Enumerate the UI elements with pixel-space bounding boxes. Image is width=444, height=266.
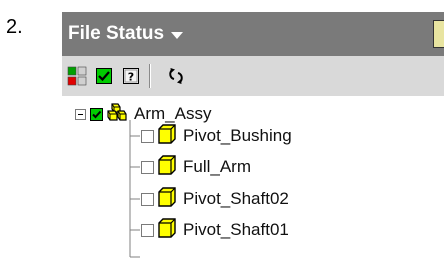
collapse-toggle-icon[interactable] (75, 108, 86, 120)
color-grid-icon[interactable] (67, 66, 87, 91)
tree-node-label: Pivot_Shaft02 (183, 189, 289, 208)
panel-tab-icon[interactable] (433, 20, 444, 48)
checkbox-check-icon[interactable] (96, 68, 112, 89)
panel-title: File Status (68, 23, 165, 44)
tree-node-label: Pivot_Bushing (183, 126, 292, 145)
file-status-panel: File Status ? Arm_Assy Pivot_Bushing Ful… (62, 12, 444, 266)
assembly-icon (106, 102, 128, 127)
part-icon (157, 186, 177, 213)
checkbox-unchecked[interactable] (141, 129, 154, 143)
checkbox-unchecked[interactable] (141, 192, 154, 206)
step-number: 2. (6, 16, 23, 38)
tree-node-full-arm[interactable]: Full_Arm (137, 152, 251, 182)
tree-node-label: Full_Arm (183, 157, 252, 176)
toolbar: ? (62, 56, 444, 96)
question-box-icon[interactable]: ? (123, 68, 139, 89)
caret-down-icon[interactable] (171, 31, 184, 39)
part-icon (157, 123, 177, 150)
part-icon (157, 154, 177, 181)
refresh-arrows-icon[interactable] (167, 67, 185, 90)
checkbox-checked[interactable] (90, 107, 103, 121)
svg-text:?: ? (128, 71, 134, 84)
file-tree: Arm_Assy Pivot_Bushing Full_Arm Pivot_Sh… (62, 96, 444, 266)
checkbox-unchecked[interactable] (141, 160, 154, 174)
tree-node-pivot-shaft01[interactable]: Pivot_Shaft01 (137, 215, 289, 245)
tree-node-pivot-bushing[interactable]: Pivot_Bushing (137, 121, 292, 151)
part-icon (157, 217, 177, 244)
checkbox-unchecked[interactable] (141, 223, 154, 237)
tree-node-pivot-shaft02[interactable]: Pivot_Shaft02 (137, 184, 289, 214)
panel-header[interactable]: File Status (62, 12, 444, 56)
tree-node-label: Pivot_Shaft01 (183, 220, 289, 239)
